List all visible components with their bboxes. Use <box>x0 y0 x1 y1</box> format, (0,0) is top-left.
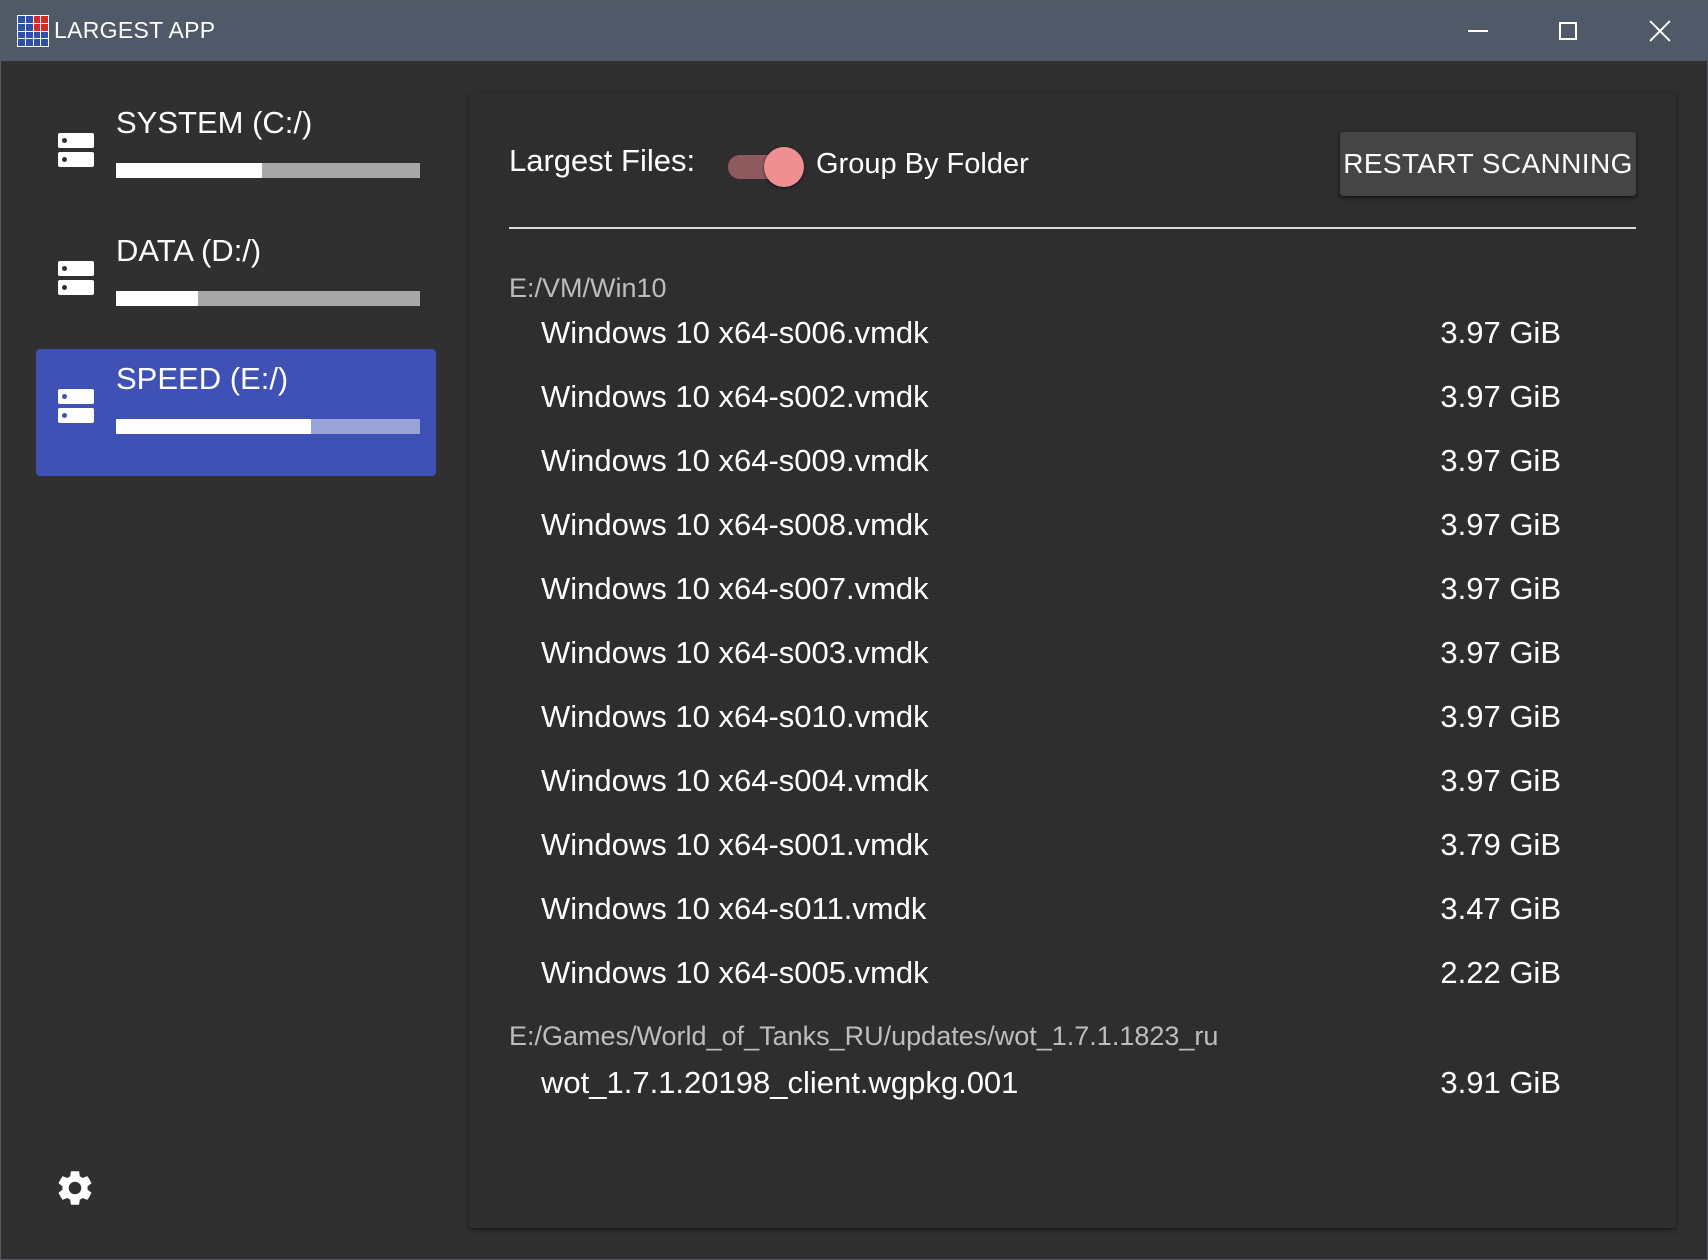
file-name: Windows 10 x64-s006.vmdk <box>541 315 929 350</box>
file-name: Windows 10 x64-s004.vmdk <box>541 763 929 798</box>
file-name: Windows 10 x64-s010.vmdk <box>541 699 929 734</box>
maximize-button[interactable] <box>1523 1 1613 61</box>
gear-icon <box>58 1171 92 1205</box>
file-name: Windows 10 x64-s003.vmdk <box>541 635 929 670</box>
restart-scanning-button[interactable]: RESTART SCANNING <box>1340 132 1636 196</box>
app-window: LARGEST APP SYSTEM (C:/) DATA (D:/) SPEE… <box>0 0 1708 1260</box>
file-size: 3.91 GiB <box>1440 1065 1561 1100</box>
group-by-folder-toggle[interactable] <box>724 145 804 187</box>
file-list[interactable]: E:/VM/Win10 Windows 10 x64-s006.vmdk 3.9… <box>509 243 1636 1203</box>
window-title: LARGEST APP <box>54 17 216 43</box>
close-button[interactable] <box>1615 1 1705 61</box>
file-name: Windows 10 x64-s008.vmdk <box>541 507 929 542</box>
group-path: E:/VM/Win10 <box>509 273 667 303</box>
toggle-label: Group By Folder <box>816 148 1029 180</box>
drive-usage-fill <box>116 163 262 178</box>
file-size: 3.97 GiB <box>1440 763 1561 798</box>
drive-usage-fill <box>116 291 199 306</box>
file-size: 3.97 GiB <box>1440 443 1561 478</box>
file-row[interactable]: Windows 10 x64-s002.vmdk 3.97 GiB <box>541 379 1561 439</box>
file-name: Windows 10 x64-s001.vmdk <box>541 827 929 862</box>
maximize-icon <box>1559 22 1577 40</box>
file-name: wot_1.7.1.20198_client.wgpkg.001 <box>541 1065 1019 1100</box>
minimize-icon <box>1468 30 1488 32</box>
file-name: Windows 10 x64-s009.vmdk <box>541 443 929 478</box>
storage-icon <box>58 389 94 425</box>
drive-usage-fill <box>116 419 311 434</box>
sidebar-item-data-drive[interactable]: DATA (D:/) <box>36 221 436 348</box>
file-row[interactable]: Windows 10 x64-s005.vmdk 2.22 GiB <box>541 955 1561 1015</box>
file-row[interactable]: Windows 10 x64-s010.vmdk 3.97 GiB <box>541 699 1561 759</box>
file-row[interactable]: Windows 10 x64-s008.vmdk 3.97 GiB <box>541 507 1561 567</box>
file-row[interactable]: Windows 10 x64-s001.vmdk 3.79 GiB <box>541 827 1561 887</box>
drive-label: SYSTEM (C:/) <box>116 105 313 140</box>
file-size: 3.97 GiB <box>1440 571 1561 606</box>
file-row[interactable]: Windows 10 x64-s003.vmdk 3.97 GiB <box>541 635 1561 695</box>
file-row[interactable]: Windows 10 x64-s007.vmdk 3.97 GiB <box>541 571 1561 631</box>
file-row[interactable]: Windows 10 x64-s011.vmdk 3.47 GiB <box>541 891 1561 951</box>
file-name: Windows 10 x64-s005.vmdk <box>541 955 929 990</box>
file-row[interactable]: Windows 10 x64-s006.vmdk 3.97 GiB <box>541 315 1561 375</box>
drive-usage-bar <box>116 419 420 434</box>
storage-icon <box>58 261 94 297</box>
sidebar-item-system-drive[interactable]: SYSTEM (C:/) <box>36 93 436 220</box>
file-name: Windows 10 x64-s011.vmdk <box>541 891 927 926</box>
storage-icon <box>58 133 94 169</box>
close-icon <box>1649 20 1671 42</box>
file-size: 3.79 GiB <box>1440 827 1561 862</box>
file-size: 2.22 GiB <box>1440 955 1561 990</box>
file-name: Windows 10 x64-s007.vmdk <box>541 571 929 606</box>
file-size: 3.97 GiB <box>1440 379 1561 414</box>
file-row[interactable]: wot_1.7.1.20198_client.wgpkg.001 3.91 Gi… <box>541 1065 1561 1125</box>
file-name: Windows 10 x64-s002.vmdk <box>541 379 929 414</box>
minimize-button[interactable] <box>1433 1 1523 61</box>
file-size: 3.97 GiB <box>1440 315 1561 350</box>
file-size: 3.97 GiB <box>1440 699 1561 734</box>
grid-app-icon <box>17 15 49 47</box>
drive-label: SPEED (E:/) <box>116 361 289 396</box>
results-panel: Largest Files: Group By Folder RESTART S… <box>469 93 1676 1228</box>
file-size: 3.97 GiB <box>1440 635 1561 670</box>
group-path: E:/Games/World_of_Tanks_RU/updates/wot_1… <box>509 1021 1219 1051</box>
settings-button[interactable] <box>54 1167 96 1209</box>
sidebar-item-speed-drive[interactable]: SPEED (E:/) <box>36 349 436 476</box>
file-row[interactable]: Windows 10 x64-s009.vmdk 3.97 GiB <box>541 443 1561 503</box>
file-size: 3.97 GiB <box>1440 507 1561 542</box>
divider <box>509 227 1636 229</box>
panel-title: Largest Files: <box>509 143 696 178</box>
drive-usage-bar <box>116 291 420 306</box>
toggle-thumb <box>764 147 804 187</box>
file-row[interactable]: Windows 10 x64-s004.vmdk 3.97 GiB <box>541 763 1561 823</box>
drive-usage-bar <box>116 163 420 178</box>
file-size: 3.47 GiB <box>1440 891 1561 926</box>
drive-label: DATA (D:/) <box>116 233 262 268</box>
title-bar: LARGEST APP <box>1 1 1708 61</box>
